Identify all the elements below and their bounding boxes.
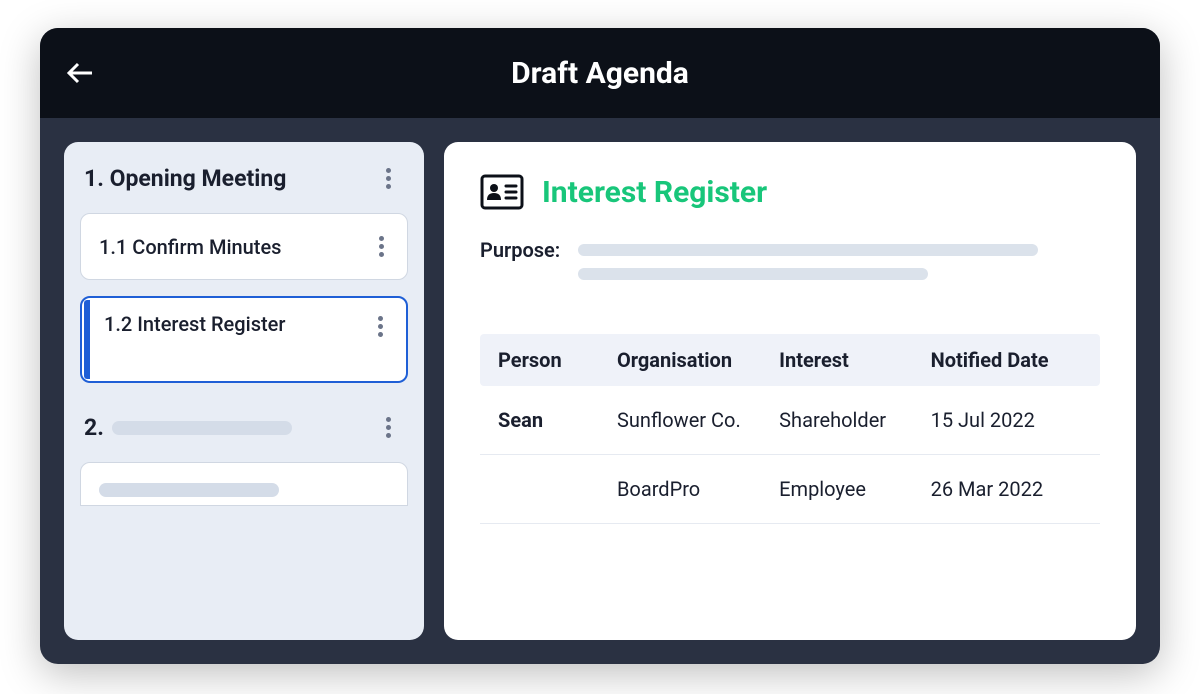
cell-notified-date: 15 Jul 2022: [931, 408, 1082, 432]
placeholder-line: [578, 268, 928, 280]
cell-interest: Shareholder: [779, 408, 930, 432]
agenda-item-confirm-minutes[interactable]: 1.1 Confirm Minutes: [80, 213, 408, 280]
app-window: Draft Agenda 1. Opening Meeting 1.1 Conf…: [40, 28, 1160, 664]
placeholder-text: [112, 421, 292, 435]
content: 1. Opening Meeting 1.1 Confirm Minutes 1: [40, 118, 1160, 664]
interest-table: Person Organisation Interest Notified Da…: [480, 334, 1100, 524]
section-2-title: 2.: [84, 414, 292, 441]
table-row: Sean Sunflower Co. Shareholder 15 Jul 20…: [480, 386, 1100, 455]
panel-title: Interest Register: [542, 175, 767, 210]
kebab-icon: [378, 316, 383, 321]
table-row: BoardPro Employee 26 Mar 2022: [480, 455, 1100, 524]
section-2-header: 2.: [80, 409, 408, 446]
cell-interest: Employee: [779, 477, 930, 501]
section-1-title: 1. Opening Meeting: [84, 165, 286, 192]
table-header: Person Organisation Interest Notified Da…: [480, 334, 1100, 386]
purpose-label: Purpose:: [480, 238, 560, 262]
placeholder-line: [578, 244, 1038, 256]
th-organisation: Organisation: [617, 348, 779, 372]
agenda-item-interest-register[interactable]: 1.2 Interest Register: [80, 296, 408, 383]
agenda-sidebar: 1. Opening Meeting 1.1 Confirm Minutes 1: [64, 142, 424, 640]
th-interest: Interest: [779, 348, 930, 372]
cell-person: [498, 477, 617, 501]
page-title: Draft Agenda: [40, 56, 1160, 91]
agenda-item-label: 1.2 Interest Register: [104, 312, 285, 336]
item-menu[interactable]: [368, 312, 392, 341]
th-person: Person: [498, 348, 617, 372]
kebab-icon: [379, 236, 384, 241]
cell-notified-date: 26 Mar 2022: [931, 477, 1082, 501]
header: Draft Agenda: [40, 28, 1160, 118]
item-menu[interactable]: [369, 232, 393, 261]
agenda-item-label: 1.1 Confirm Minutes: [99, 235, 281, 259]
placeholder-text: [99, 483, 279, 497]
panel-header: Interest Register: [480, 174, 1100, 210]
agenda-item-placeholder[interactable]: [80, 462, 408, 506]
th-notified-date: Notified Date: [931, 348, 1082, 372]
back-button[interactable]: [62, 55, 98, 91]
cell-person: Sean: [498, 408, 617, 432]
cell-organisation: Sunflower Co.: [617, 408, 779, 432]
section-1-header: 1. Opening Meeting: [80, 160, 408, 197]
section-2-menu[interactable]: [376, 413, 400, 442]
main-panel: Interest Register Purpose: Person Organi…: [444, 142, 1136, 640]
purpose-placeholder: [578, 238, 1100, 280]
section-1-menu[interactable]: [376, 164, 400, 193]
cell-organisation: BoardPro: [617, 477, 779, 501]
purpose-row: Purpose:: [480, 238, 1100, 280]
kebab-icon: [386, 168, 391, 173]
arrow-left-icon: [66, 61, 94, 85]
kebab-icon: [386, 417, 391, 422]
id-card-icon: [480, 174, 524, 210]
